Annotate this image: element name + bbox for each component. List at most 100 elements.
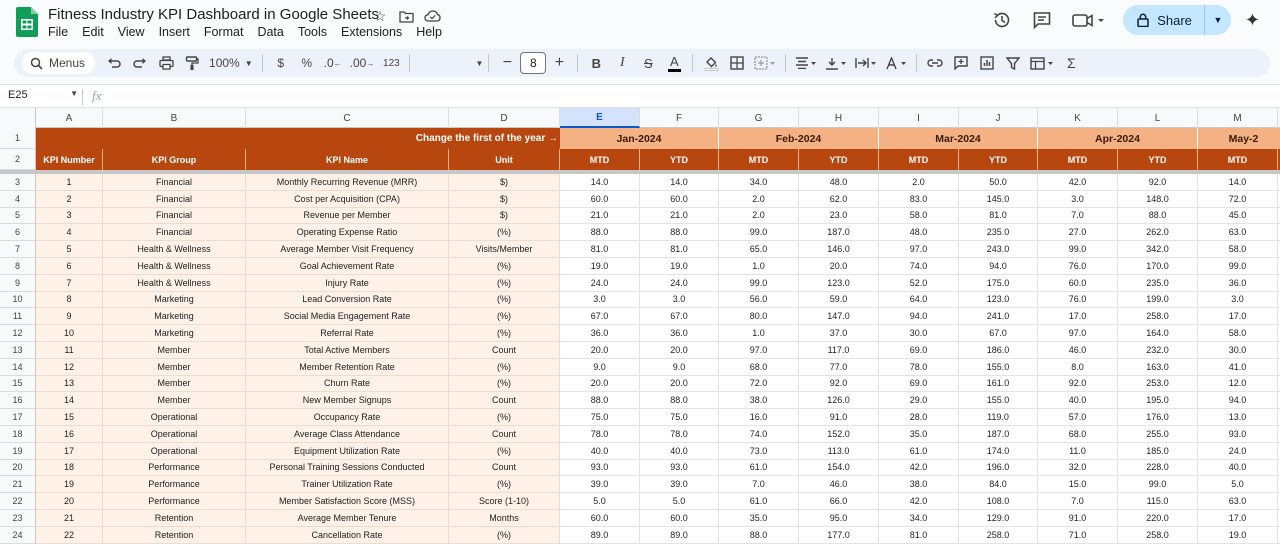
menu-extensions[interactable]: Extensions	[341, 25, 408, 39]
cell-value[interactable]: 92.0	[1038, 375, 1118, 393]
cell-value[interactable]: 232.0	[1118, 342, 1198, 359]
cell-unit[interactable]: $)	[449, 174, 560, 191]
cell-value[interactable]: 61.0	[719, 493, 799, 510]
cell-value[interactable]: 97.0	[1038, 325, 1118, 342]
cell-group[interactable]: Health & Wellness	[103, 241, 246, 258]
cell-value[interactable]: 77.0	[799, 358, 879, 376]
cell-value[interactable]: 67.0	[640, 308, 719, 326]
cell-group[interactable]: Retention	[103, 526, 246, 544]
cell-value[interactable]: 163.0	[1118, 358, 1198, 376]
cell-name[interactable]: Member Satisfaction Score (MSS)	[246, 493, 449, 510]
cell-value[interactable]: 243.0	[959, 241, 1038, 258]
cell-value[interactable]: 63.0	[1198, 493, 1278, 510]
cell-value[interactable]: 60.0	[640, 190, 719, 208]
cell-value[interactable]: 174.0	[959, 442, 1038, 460]
cell-value[interactable]: 20.0	[640, 342, 719, 359]
row-header-11[interactable]: 11	[0, 308, 36, 326]
cell-name[interactable]: Social Media Engagement Rate	[246, 308, 449, 326]
cell-value[interactable]: 99.0	[719, 224, 799, 242]
cell-value[interactable]: 147.0	[799, 308, 879, 326]
text-wrapping-icon[interactable]	[853, 51, 879, 75]
cloud-saved-icon[interactable]	[422, 6, 442, 26]
column-header-D[interactable]: D	[449, 108, 560, 128]
cell-value[interactable]: 175.0	[959, 274, 1038, 292]
cell-value[interactable]: 36.0	[1198, 274, 1278, 292]
cell-value[interactable]: 3.0	[560, 291, 640, 309]
cell-value[interactable]: 3.0	[1198, 291, 1278, 309]
cell-value[interactable]: 186.0	[959, 342, 1038, 359]
merge-cells-icon[interactable]	[752, 51, 778, 75]
cell-value[interactable]: 23.0	[799, 207, 879, 225]
cell-num[interactable]: 13	[36, 375, 103, 393]
cell-num[interactable]: 18	[36, 459, 103, 477]
cell-value[interactable]: 13.0	[1198, 409, 1278, 426]
cell-value[interactable]: 195.0	[1118, 392, 1198, 410]
cell-name[interactable]: Occupancy Rate	[246, 409, 449, 426]
cell-group[interactable]: Health & Wellness	[103, 274, 246, 292]
cell-value[interactable]: 69.0	[879, 342, 959, 359]
cell-group[interactable]: Marketing	[103, 325, 246, 342]
cell-value[interactable]: 94.0	[1198, 392, 1278, 410]
cell-value[interactable]: 75.0	[560, 409, 640, 426]
cell-unit[interactable]: (%)	[449, 358, 560, 376]
cell-name[interactable]: Lead Conversion Rate	[246, 291, 449, 309]
cell-unit[interactable]: (%)	[449, 375, 560, 393]
cell-value[interactable]: 19.0	[560, 258, 640, 275]
cell-value[interactable]: 123.0	[959, 291, 1038, 309]
move-folder-icon[interactable]	[396, 6, 416, 26]
cell-unit[interactable]: (%)	[449, 442, 560, 460]
menus-search[interactable]: Menus	[22, 52, 96, 74]
text-color-icon[interactable]: A	[663, 51, 685, 75]
cell-name[interactable]: Churn Rate	[246, 375, 449, 393]
cell-group[interactable]: Member	[103, 392, 246, 410]
cell-num[interactable]: 7	[36, 274, 103, 292]
cell-value[interactable]: 76.0	[1038, 258, 1118, 275]
cell-value[interactable]: 93.0	[1198, 426, 1278, 443]
cell-value[interactable]: 30.0	[879, 325, 959, 342]
cell-value[interactable]: 38.0	[879, 476, 959, 494]
row-header-24[interactable]: 24	[0, 526, 36, 544]
cell-value[interactable]: 3.0	[1038, 190, 1118, 208]
row-header-16[interactable]: 16	[0, 392, 36, 410]
cell-value[interactable]: 42.0	[879, 493, 959, 510]
cell-group[interactable]: Operational	[103, 426, 246, 443]
cell-group[interactable]: Health & Wellness	[103, 258, 246, 275]
row-header-7[interactable]: 7	[0, 241, 36, 258]
cell-value[interactable]: 9.0	[640, 358, 719, 376]
star-icon[interactable]: ☆	[370, 6, 390, 26]
cell-unit[interactable]: Count	[449, 392, 560, 410]
cell-group[interactable]: Retention	[103, 510, 246, 527]
cell-value[interactable]: 228.0	[1118, 459, 1198, 477]
cell-group[interactable]: Operational	[103, 442, 246, 460]
menu-tools[interactable]: Tools	[298, 25, 333, 39]
row-header-22[interactable]: 22	[0, 493, 36, 510]
insert-chart-icon[interactable]	[976, 51, 998, 75]
cell-value[interactable]: 60.0	[640, 510, 719, 527]
cell-value[interactable]: 88.0	[560, 392, 640, 410]
cell-num[interactable]: 6	[36, 258, 103, 275]
cell-value[interactable]: 67.0	[959, 325, 1038, 342]
cell-group[interactable]: Performance	[103, 476, 246, 494]
cell-value[interactable]: 8.0	[1038, 358, 1118, 376]
cell-value[interactable]: 50.0	[959, 174, 1038, 191]
cell-value[interactable]: 11.0	[1038, 442, 1118, 460]
cell-value[interactable]: 30.0	[1198, 342, 1278, 359]
more-formats-button[interactable]: 123	[380, 51, 402, 75]
row-header-3[interactable]: 3	[0, 174, 36, 191]
cell-value[interactable]: 88.0	[640, 224, 719, 242]
cell-value[interactable]: 24.0	[1198, 442, 1278, 460]
vertical-align-icon[interactable]	[823, 51, 849, 75]
row-header-23[interactable]: 23	[0, 510, 36, 527]
cell-value[interactable]: 176.0	[1118, 409, 1198, 426]
cell-value[interactable]: 2.0	[719, 207, 799, 225]
column-header-G[interactable]: G	[719, 108, 799, 128]
cell-name[interactable]: Cancellation Rate	[246, 526, 449, 544]
cell-value[interactable]: 60.0	[560, 510, 640, 527]
undo-icon[interactable]	[103, 51, 125, 75]
cell-value[interactable]: 185.0	[1118, 442, 1198, 460]
cell-name[interactable]: Personal Training Sessions Conducted	[246, 459, 449, 477]
cell-value[interactable]: 36.0	[560, 325, 640, 342]
cell-value[interactable]: 76.0	[1038, 291, 1118, 309]
cell-group[interactable]: Financial	[103, 224, 246, 242]
cell-value[interactable]: 99.0	[1118, 476, 1198, 494]
